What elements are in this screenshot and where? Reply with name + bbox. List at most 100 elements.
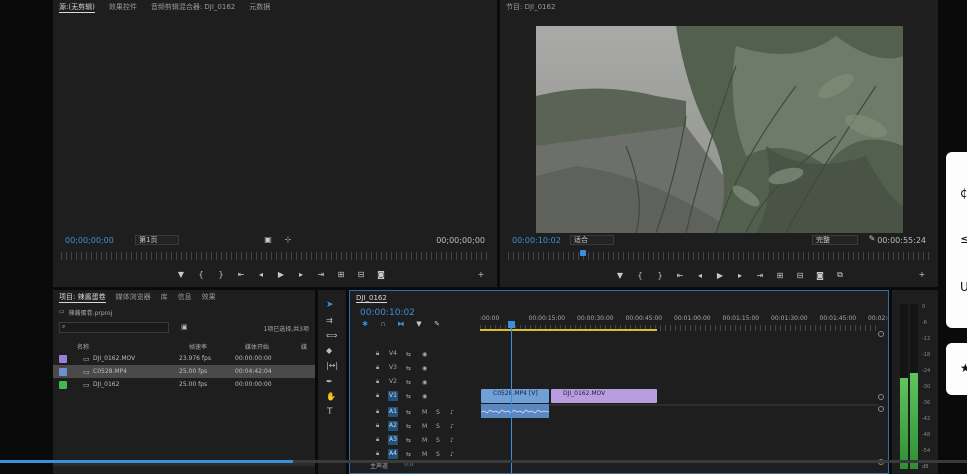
extract-icon[interactable]: ⊟ [790, 271, 810, 280]
sync-lock-icon[interactable]: ⇆ [406, 379, 411, 386]
item-name[interactable]: DJI_0162.MOV [93, 355, 179, 362]
eye-icon[interactable]: ◉ [422, 351, 427, 358]
timeline-playhead[interactable] [508, 321, 515, 473]
project-item-row[interactable]: ▭ C0528.MP4 25.00 fps 00:04:42:04 [53, 365, 315, 378]
mic-icon[interactable]: ♪ [450, 423, 454, 430]
col-name[interactable]: 名称 [77, 342, 189, 351]
col-media-start[interactable]: 媒体开始 [245, 342, 301, 351]
player-progress-track[interactable] [0, 460, 967, 463]
tab-effect-controls[interactable]: 效果控件 [109, 2, 137, 12]
go-to-in-icon[interactable]: ⇤ [670, 271, 690, 280]
col-media[interactable]: 媒 [301, 342, 307, 351]
step-forward-icon[interactable]: ▸ [291, 270, 311, 279]
track-lock-icon[interactable]: 🔒︎ [376, 422, 379, 430]
overwrite-icon[interactable]: ⊟ [351, 270, 371, 279]
sync-lock-icon[interactable]: ⇆ [406, 409, 411, 416]
track-lock-icon[interactable]: 🔒︎ [376, 392, 379, 400]
scroll-top-knob[interactable] [878, 331, 884, 337]
compare-icon[interactable]: ⧉ [830, 270, 850, 280]
sync-lock-icon[interactable]: ⇆ [406, 437, 411, 444]
label-color-swatch[interactable] [59, 380, 67, 389]
item-name[interactable]: DJI_0162 [93, 381, 179, 388]
solo-button[interactable]: S [436, 451, 440, 458]
ripple-edit-icon[interactable]: ⟺ [326, 331, 337, 340]
go-to-in-icon[interactable]: ⇤ [231, 270, 251, 279]
slip-icon[interactable]: |↔| [326, 361, 338, 370]
side-overlay-card-bottom[interactable]: ★ [946, 343, 967, 395]
sync-lock-icon[interactable]: ⇆ [406, 393, 411, 400]
project-item-row[interactable]: ▭ DJI_0162.MOV 23.976 fps 00:00:00:00 [53, 352, 315, 365]
mark-out-icon[interactable]: } [211, 270, 231, 279]
solo-button[interactable]: S [436, 437, 440, 444]
pen-icon[interactable]: ✒ [326, 377, 333, 386]
source-page-select[interactable]: 第1页 [135, 235, 179, 245]
solo-button[interactable]: S [436, 423, 440, 430]
linked-icon[interactable]: ⧓ [392, 320, 410, 328]
mic-icon[interactable]: ♪ [450, 409, 454, 416]
track-lock-icon[interactable]: 🔒︎ [376, 450, 379, 458]
add-icon[interactable]: + [912, 270, 932, 279]
track-lock-icon[interactable]: 🔒︎ [376, 436, 379, 444]
side-overlay-card-top[interactable]: ¢ ≤ U [946, 152, 967, 328]
track-target-button[interactable]: V4 [388, 349, 398, 359]
program-ruler[interactable] [508, 252, 930, 260]
track-target-button[interactable]: V1 [388, 391, 398, 401]
mic-icon[interactable]: ♪ [450, 451, 454, 458]
label-color-swatch[interactable] [59, 367, 67, 376]
select-tool-icon[interactable]: ➤ [326, 300, 334, 310]
go-to-out-icon[interactable]: ⇥ [311, 270, 331, 279]
nest-icon[interactable]: ✱ [356, 320, 374, 328]
camera-icon[interactable]: ◙ [810, 271, 830, 280]
track-target-button[interactable]: V2 [388, 377, 398, 387]
lift-icon[interactable]: ⊞ [770, 271, 790, 280]
track-lock-icon[interactable]: 🔒︎ [376, 378, 379, 386]
sync-lock-icon[interactable]: ⇆ [406, 365, 411, 372]
mark-out-icon[interactable]: } [650, 271, 670, 280]
settings-wrench-icon[interactable]: ✎ [428, 320, 446, 328]
eye-icon[interactable]: ◉ [422, 393, 427, 400]
mark-in-icon[interactable]: { [191, 270, 211, 279]
tab-metadata[interactable]: 元数据 [249, 2, 270, 12]
mute-button[interactable]: M [422, 423, 427, 430]
settings-icon[interactable]: ▣ [258, 235, 278, 244]
add-icon[interactable]: + [471, 270, 491, 279]
mute-button[interactable]: M [422, 451, 427, 458]
track-lock-icon[interactable]: 🔒︎ [376, 408, 379, 416]
work-area-bar[interactable] [480, 329, 657, 331]
play-icon[interactable]: ▶ [271, 270, 291, 279]
tab-sequence[interactable]: DJI_0162 [356, 294, 387, 303]
snap-icon[interactable]: ∩ [374, 320, 392, 328]
mute-button[interactable]: M [422, 409, 427, 416]
tab-media-browser[interactable]: 媒体浏览器 [116, 292, 151, 302]
track-target-button[interactable]: A4 [388, 449, 398, 459]
item-name[interactable]: C0528.MP4 [93, 368, 179, 375]
camera-icon[interactable]: ◙ [371, 270, 391, 279]
type-tool-icon[interactable]: T [327, 407, 333, 417]
track-target-button[interactable]: V3 [388, 363, 398, 373]
col-fps[interactable]: 帧速率 [189, 342, 245, 351]
source-timecode-current[interactable]: 00;00;00;00 [65, 236, 114, 245]
scroll-mid-knob[interactable] [878, 394, 884, 400]
project-item-row[interactable]: ▭ DJI_0162 25.00 fps 00:00:00:00 [53, 378, 315, 391]
project-bottom-scroll[interactable] [53, 463, 315, 466]
track-target-button[interactable]: A3 [388, 435, 398, 445]
tab-source[interactable]: 源:(无剪辑) [59, 2, 95, 13]
sync-lock-icon[interactable]: ⇆ [406, 351, 411, 358]
mic-icon[interactable]: ♪ [450, 437, 454, 444]
marker-icon[interactable]: ▼ [610, 271, 630, 280]
track-target-button[interactable]: A1 [388, 407, 398, 417]
scroll-mid2-knob[interactable] [878, 406, 884, 412]
program-fit-select[interactable]: 适合 [570, 235, 614, 245]
step-back-icon[interactable]: ◂ [251, 270, 271, 279]
program-playhead-marker[interactable] [580, 250, 586, 256]
eye-icon[interactable]: ◉ [422, 379, 427, 386]
step-forward-icon[interactable]: ▸ [730, 271, 750, 280]
track-lock-icon[interactable]: 🔒︎ [376, 350, 379, 358]
tab-effects[interactable]: 效果 [202, 292, 216, 302]
track-select-icon[interactable]: ⇉ [326, 316, 333, 325]
marker-icon[interactable]: ▼ [171, 270, 191, 279]
eye-icon[interactable]: ◉ [422, 365, 427, 372]
go-to-out-icon[interactable]: ⇥ [750, 271, 770, 280]
mute-button[interactable]: M [422, 437, 427, 444]
vertical-scroll-handles[interactable] [878, 331, 884, 471]
